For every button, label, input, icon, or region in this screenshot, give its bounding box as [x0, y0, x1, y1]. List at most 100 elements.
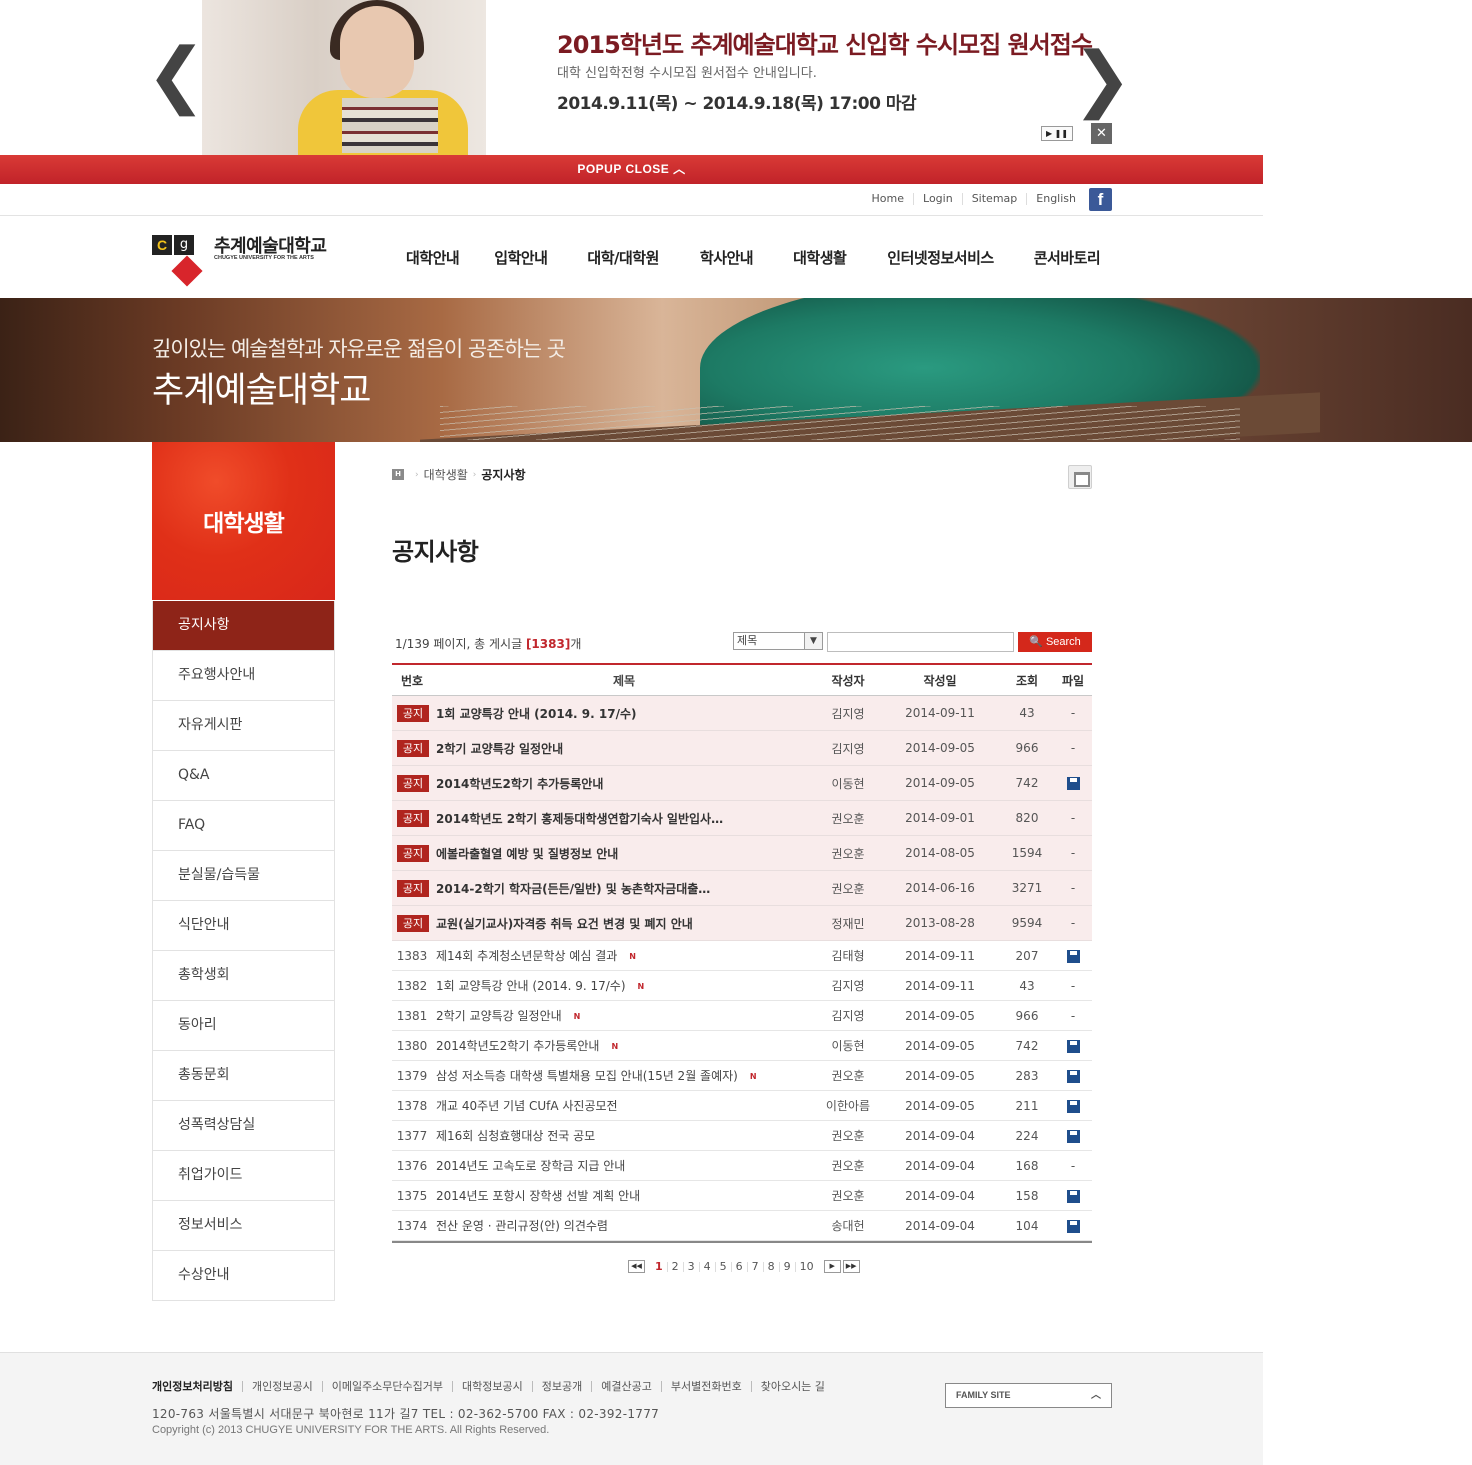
floppy-disk-icon[interactable] [1066, 1219, 1080, 1233]
page-link[interactable]: 1 [651, 1261, 667, 1272]
lnb-item[interactable]: 성폭력상담실 [153, 1101, 334, 1151]
gnb-item-internet-service[interactable]: 인터넷정보서비스 [887, 247, 994, 268]
page-link[interactable]: 10 [794, 1261, 818, 1272]
search-button[interactable]: 🔍 Search [1018, 632, 1092, 652]
gnb-item-about[interactable]: 대학안내 [406, 247, 460, 268]
gnb-item-conservatory[interactable]: 콘서바토리 [1034, 247, 1101, 268]
popup-title[interactable]: 2015학년도 추계예술대학교 신입학 수시모집 원서접수 [557, 25, 1093, 60]
lnb-item[interactable]: 취업가이드 [153, 1151, 334, 1201]
popup-play-pause-button[interactable]: ▶ ❚❚ [1041, 126, 1073, 141]
lnb-item[interactable]: 수상안내 [153, 1251, 334, 1301]
notice-badge: 공지 [397, 774, 429, 792]
page-link[interactable]: 2 [666, 1261, 683, 1272]
lnb-item[interactable]: 총동문회 [153, 1051, 334, 1101]
facebook-icon[interactable]: f [1089, 187, 1112, 211]
notice-title-link[interactable]: 1회 교양특강 안내 (2014. 9. 17/수) [432, 705, 816, 722]
table-row: 1378 개교 40주년 기념 CUfA 사진공모전 이한아름 2014-09-05 2… [392, 1091, 1092, 1121]
row-title-link[interactable]: 삼성 저소득층 대학생 특별채용 모집 안내(15년 2월 졸예자) [436, 1069, 738, 1083]
breadcrumb-parent[interactable]: 대학생활 [424, 466, 468, 483]
board-info-suffix: 개 [570, 637, 582, 651]
popup-close-label[interactable]: POPUP CLOSE ︿ [577, 162, 685, 176]
lnb-item[interactable]: 자유게시판 [153, 701, 334, 751]
page-link[interactable]: 7 [746, 1261, 763, 1272]
popup-prev-icon[interactable]: ❮ [146, 38, 206, 110]
util-login-link[interactable]: Login [913, 193, 962, 205]
gnb-item-academic[interactable]: 학사안내 [700, 247, 754, 268]
print-icon[interactable] [1068, 465, 1092, 489]
notice-title-link[interactable]: 2014-2학기 학자금(든든/일반) 및 농촌학자금대출… [432, 880, 816, 897]
first-page-button[interactable]: ◀◀ [628, 1260, 645, 1273]
notice-row: 공지 1회 교양특강 안내 (2014. 9. 17/수) 김지영 2014-09-1… [392, 696, 1092, 731]
lnb-item[interactable]: 정보서비스 [153, 1201, 334, 1251]
next-page-button[interactable]: ▶ [823, 1260, 841, 1273]
file-cell [1054, 949, 1092, 963]
search-input[interactable] [827, 632, 1014, 652]
floppy-disk-icon[interactable] [1066, 1039, 1080, 1053]
popup-close-bar[interactable]: POPUP CLOSE ︿ [0, 155, 1263, 184]
footer-link[interactable]: 정보공개 [531, 1381, 591, 1392]
row-title-link[interactable]: 전산 운영 · 관리규정(안) 의견수렴 [436, 1219, 608, 1233]
footer-link[interactable]: 대학정보공시 [452, 1381, 532, 1392]
row-title-link[interactable]: 2014학년도2학기 추가등록안내 [436, 1039, 599, 1053]
floppy-disk-icon[interactable] [1066, 949, 1080, 963]
floppy-disk-icon[interactable] [1066, 1099, 1080, 1113]
lnb-item[interactable]: 식단안내 [153, 901, 334, 951]
home-icon[interactable]: H [392, 469, 404, 480]
notice-title-link[interactable]: 2014학년도 2학기 홍제동대학생연합기숙사 일반입사… [432, 810, 816, 827]
row-title-link[interactable]: 제14회 추계청소년문학상 예심 결과 [436, 949, 617, 963]
popup-photo [202, 0, 486, 155]
footer-link[interactable]: 부서별전화번호 [660, 1381, 751, 1392]
page-link[interactable]: 8 [762, 1261, 779, 1272]
lnb-item[interactable]: FAQ [153, 801, 334, 851]
search-field-select[interactable]: 제목 ▼ [733, 632, 823, 650]
header-title: 제목 [612, 673, 636, 688]
pagination: ◀◀ 1 2 3 4 5 6 7 8 9 10 ▶ ▶▶ [628, 1260, 860, 1273]
popup-date: 2014.9.11(목) ~ 2014.9.18(목) 17:00 마감 [557, 94, 917, 114]
row-writer: 권오훈 [831, 1159, 865, 1173]
notice-title-link[interactable]: 2학기 교양특강 일정안내 [432, 740, 816, 757]
popup-close-icon[interactable]: ✕ [1091, 123, 1112, 144]
footer-link[interactable]: 개인정보처리방침 [152, 1381, 242, 1392]
row-title-link[interactable]: 2014년도 고속도로 장학금 지급 안내 [436, 1159, 625, 1173]
family-site-select[interactable]: FAMILY SITE ︿ [945, 1383, 1112, 1408]
lnb-item[interactable]: Q&A [153, 751, 334, 801]
footer-link[interactable]: 이메일주소무단수집거부 [321, 1381, 452, 1392]
lnb-item[interactable]: 총학생회 [153, 951, 334, 1001]
gnb-item-campus-life[interactable]: 대학생활 [793, 247, 847, 268]
gnb-item-admission[interactable]: 입학안내 [494, 247, 548, 268]
lnb-item[interactable]: 공지사항 [153, 601, 334, 651]
page-link[interactable]: 5 [714, 1261, 731, 1272]
footer-link[interactable]: 예결산공고 [591, 1381, 661, 1392]
last-page-button[interactable]: ▶▶ [842, 1260, 860, 1273]
row-writer: 김지영 [831, 979, 865, 993]
site-logo[interactable]: C g 추계예술대학교 CHUGYE UNIVERSITY FOR THE AR… [152, 232, 342, 288]
floppy-disk-icon[interactable] [1066, 777, 1080, 790]
footer-link[interactable]: 찾아오시는 길 [750, 1381, 834, 1392]
chevron-down-icon[interactable]: ▼ [804, 633, 822, 649]
row-title-link[interactable]: 2014년도 포항시 장학생 선발 계획 안내 [436, 1189, 640, 1203]
util-english-link[interactable]: English [1026, 193, 1085, 205]
page-link[interactable]: 4 [698, 1261, 715, 1272]
notice-title-link[interactable]: 교원(실기교사)자격증 취득 요건 변경 및 폐지 안내 [432, 915, 816, 932]
notice-title-link[interactable]: 에볼라출혈열 예방 및 질병정보 안내 [432, 845, 816, 862]
row-title-link[interactable]: 개교 40주년 기념 CUfA 사진공모전 [436, 1099, 618, 1113]
page-link[interactable]: 9 [778, 1261, 795, 1272]
page-link[interactable]: 6 [730, 1261, 747, 1272]
page-link[interactable]: 3 [682, 1261, 699, 1272]
floppy-disk-icon[interactable] [1066, 1069, 1080, 1083]
util-home-link[interactable]: Home [863, 193, 913, 205]
util-sitemap-link[interactable]: Sitemap [961, 193, 1027, 205]
notice-badge-cell: 공지 [392, 774, 432, 792]
gnb-item-college[interactable]: 대학/대학원 [587, 247, 659, 268]
lnb-item[interactable]: 분실물/습득물 [153, 851, 334, 901]
floppy-disk-icon[interactable] [1066, 1129, 1080, 1143]
lnb-item[interactable]: 동아리 [153, 1001, 334, 1051]
lnb-item[interactable]: 주요행사안내 [153, 651, 334, 701]
row-title-link[interactable]: 제16회 심청효행대상 전국 공모 [436, 1129, 595, 1143]
notice-title-link[interactable]: 2014학년도2학기 추가등록안내 [432, 775, 816, 792]
floppy-disk-icon[interactable] [1066, 1189, 1080, 1203]
row-title-link[interactable]: 2학기 교양특강 일정안내 [436, 1009, 562, 1023]
footer-link[interactable]: 개인정보공시 [241, 1381, 322, 1392]
row-title-link[interactable]: 1회 교양특강 안내 (2014. 9. 17/수) [436, 979, 626, 993]
header-hits: 조회 [1015, 673, 1039, 688]
